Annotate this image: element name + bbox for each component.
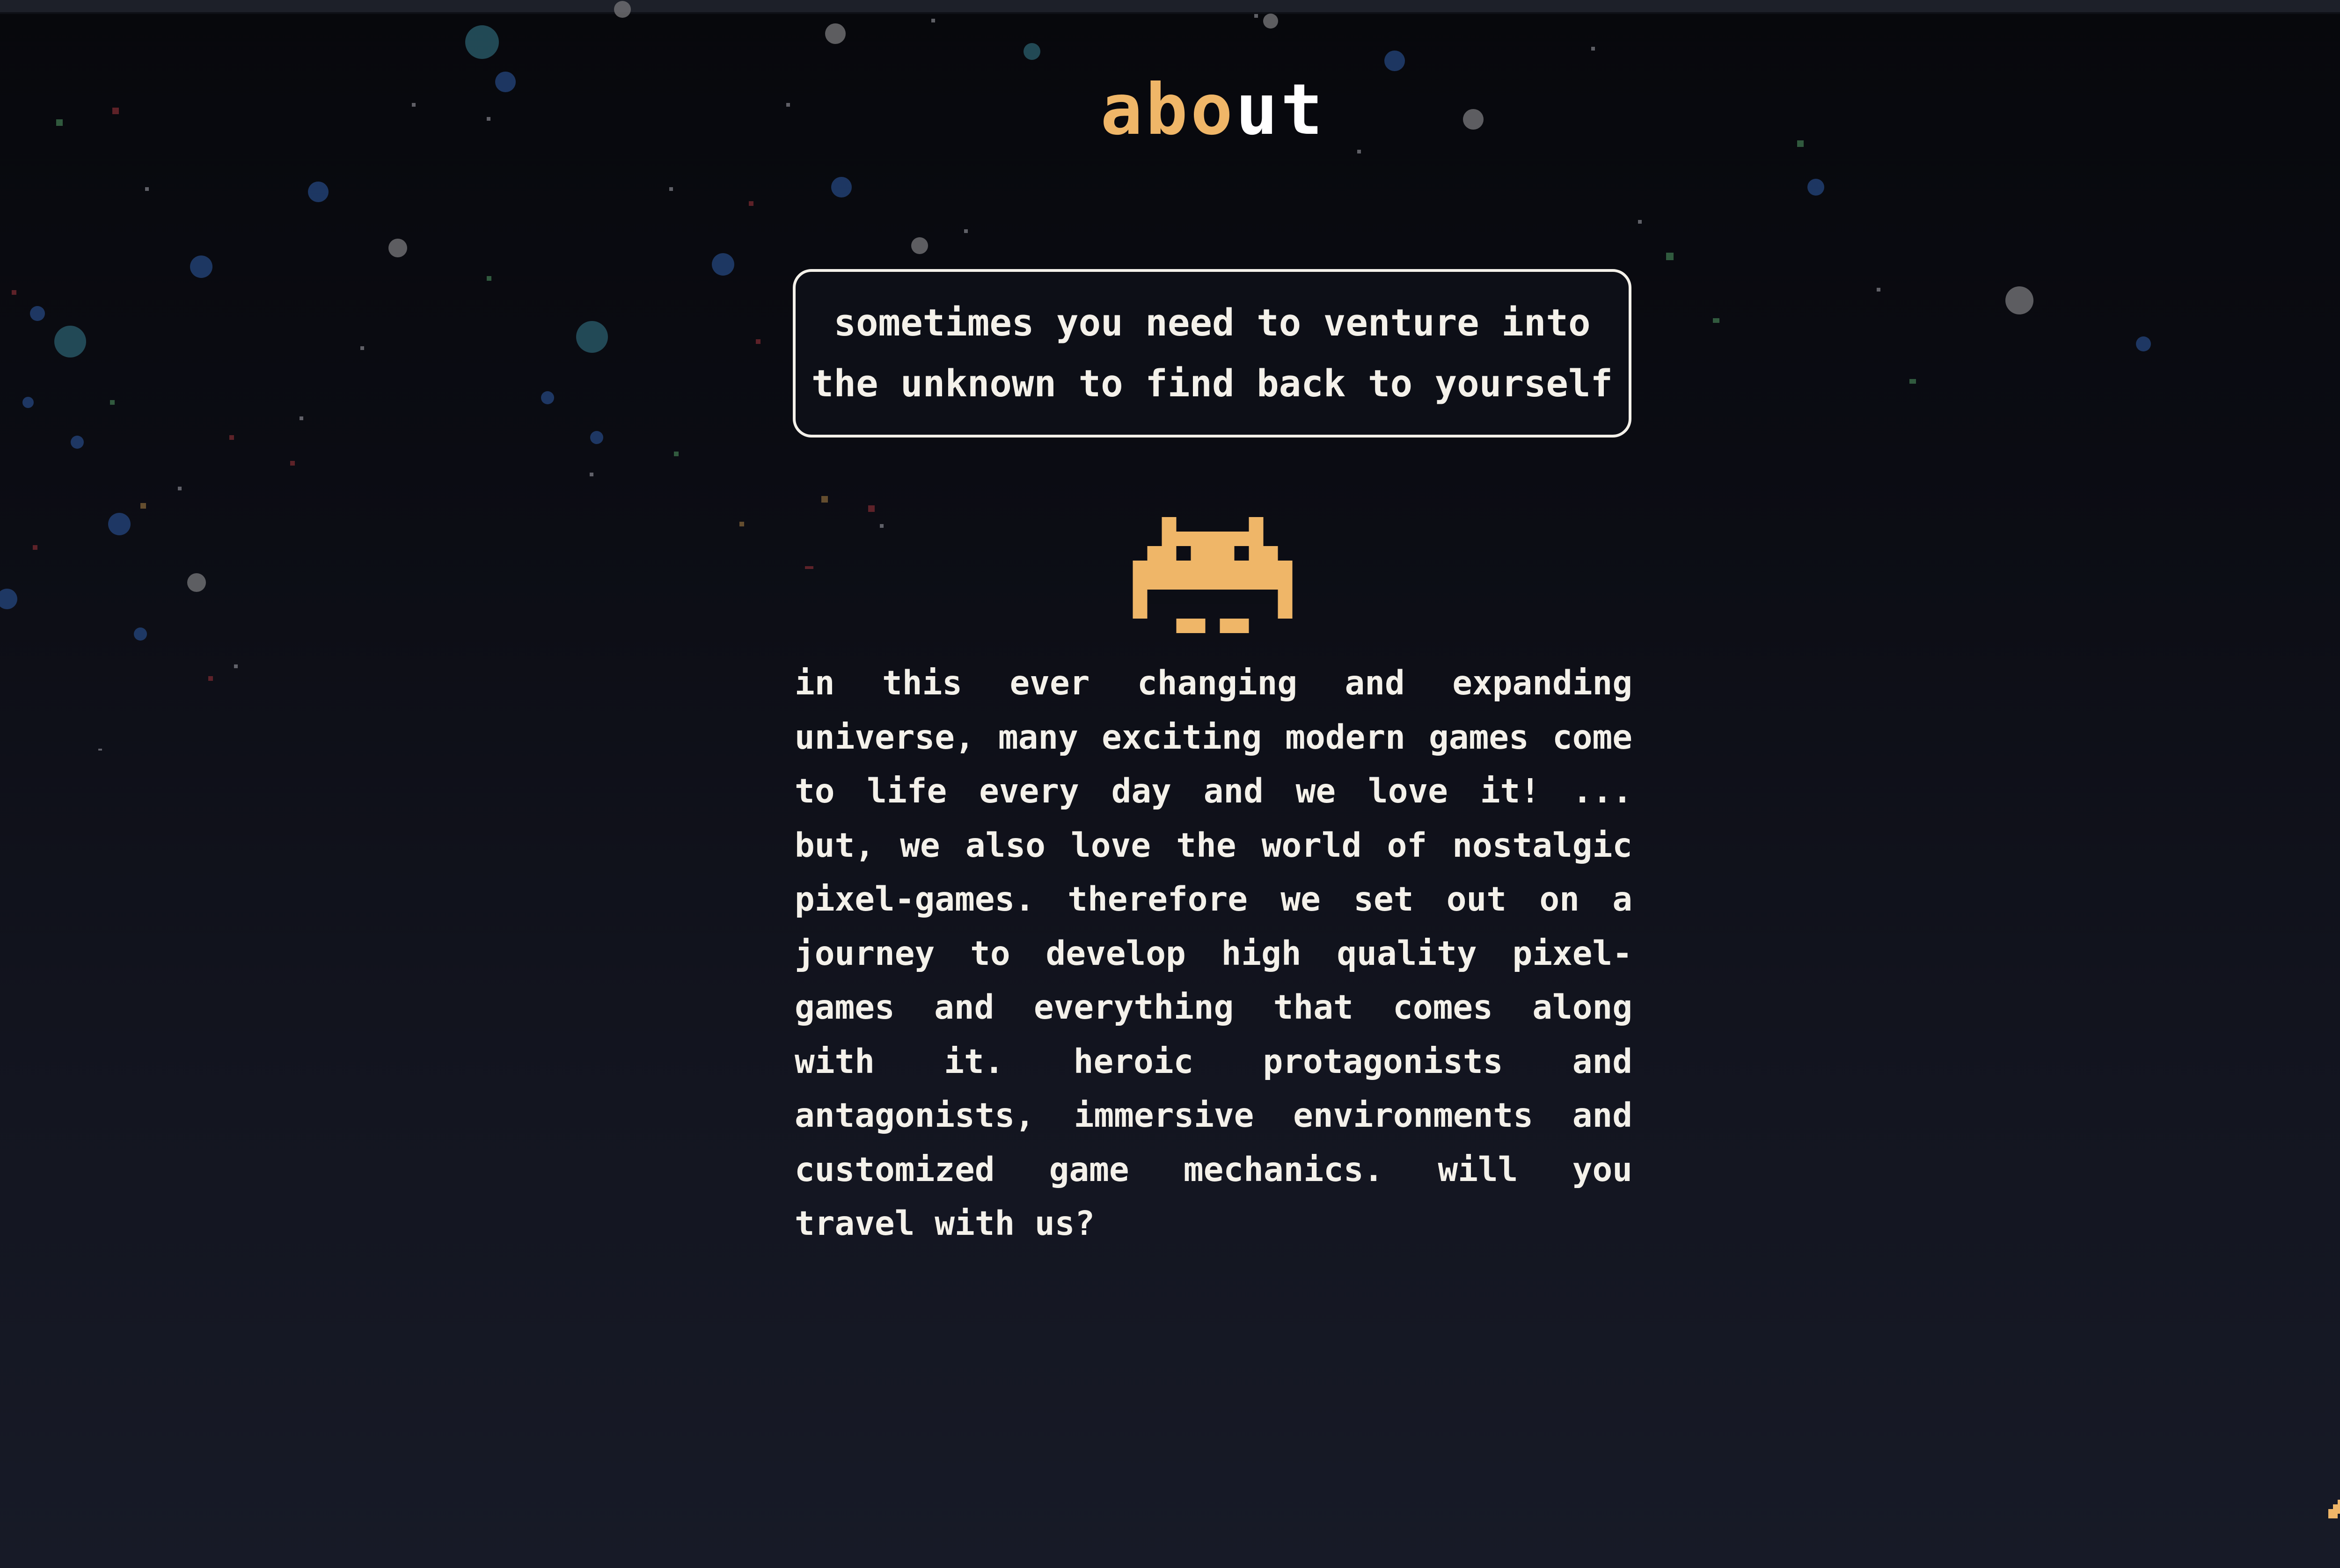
quote-line-2: the unknown to find back to yourself: [811, 362, 1613, 405]
chevron-up-icon: [2328, 1500, 2340, 1518]
back-to-top-button[interactable]: [2328, 1490, 2340, 1528]
quote-box: sometimes you need to venture into the u…: [793, 269, 1631, 438]
section-title: about: [0, 75, 2340, 145]
space-invader-icon: [1133, 517, 1293, 633]
section-title-rest: ut: [1236, 69, 1326, 151]
top-border: [0, 0, 2340, 14]
about-paragraph: in this ever changing and expanding univ…: [795, 664, 1632, 1243]
quote-line-1: sometimes you need to venture into: [834, 301, 1591, 344]
section-title-accent: abo: [1100, 69, 1236, 151]
